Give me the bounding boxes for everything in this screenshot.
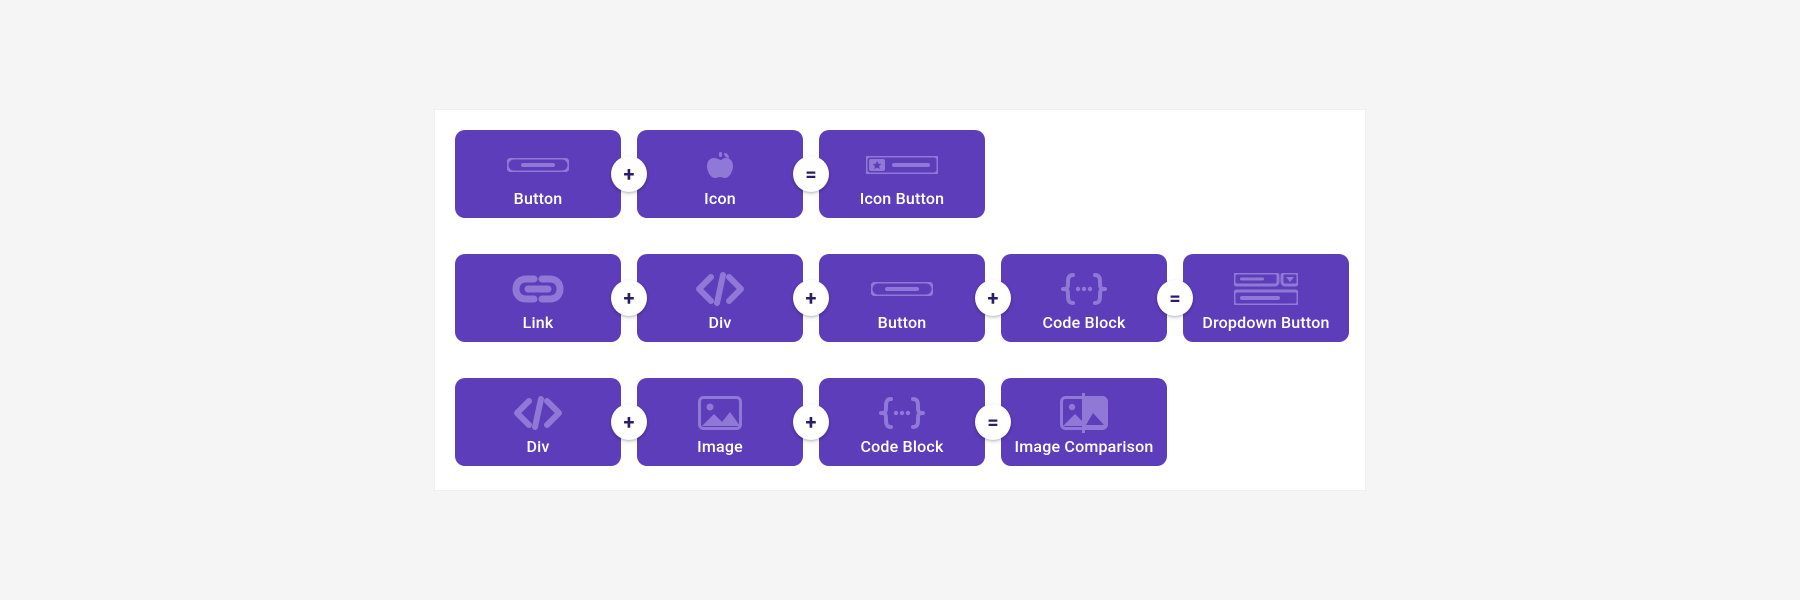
icon-button-icon (827, 140, 977, 189)
tile-div: Div (637, 254, 803, 342)
tile-image-comparison: Image Comparison (1001, 378, 1167, 466)
dropdown-button-icon (1191, 264, 1341, 313)
tile-link: Link (455, 254, 621, 342)
tile-label: Div (526, 437, 549, 456)
tile-button: Button (455, 130, 621, 218)
code-block-icon (827, 388, 977, 437)
tile-label: Code Block (1042, 313, 1125, 332)
tile-icon-button: Icon Button (819, 130, 985, 218)
plus-operator: + (975, 280, 1011, 316)
div-icon (463, 388, 613, 437)
button-icon (463, 140, 613, 189)
equals-operator: = (793, 156, 829, 192)
equals-operator: = (975, 404, 1011, 440)
tile-label: Icon (704, 189, 736, 208)
tile-code-block: Code Block (819, 378, 985, 466)
div-icon (645, 264, 795, 313)
apple-icon (645, 140, 795, 189)
plus-operator: + (793, 280, 829, 316)
tile-label: Code Block (860, 437, 943, 456)
plus-operator: + (611, 156, 647, 192)
tile-icon: Icon (637, 130, 803, 218)
image-comparison-icon (1009, 388, 1159, 437)
tile-label: Link (523, 313, 554, 332)
button-icon (827, 264, 977, 313)
tile-label: Button (878, 313, 927, 332)
tile-dropdown-button: Dropdown Button (1183, 254, 1349, 342)
tile-label: Image (697, 437, 743, 456)
plus-operator: + (793, 404, 829, 440)
equals-operator: = (1157, 280, 1193, 316)
plus-operator: + (611, 404, 647, 440)
image-icon (645, 388, 795, 437)
tile-label: Button (514, 189, 563, 208)
tile-code-block: Code Block (1001, 254, 1167, 342)
link-icon (463, 264, 613, 313)
tile-label: Icon Button (860, 189, 945, 208)
equation-row-1: Link + Div + Button + Code Block = Dropd… (455, 254, 1365, 342)
tile-label: Div (708, 313, 731, 332)
tile-button: Button (819, 254, 985, 342)
tile-label: Image Comparison (1015, 437, 1154, 456)
tile-label: Dropdown Button (1202, 313, 1329, 332)
tile-image: Image (637, 378, 803, 466)
diagram-panel: Button + Icon = Icon Button Link + Div +… (435, 110, 1365, 490)
plus-operator: + (611, 280, 647, 316)
tile-div: Div (455, 378, 621, 466)
code-block-icon (1009, 264, 1159, 313)
equation-row-0: Button + Icon = Icon Button (455, 130, 1365, 218)
equation-row-2: Div + Image + Code Block = Image Compari… (455, 378, 1365, 466)
